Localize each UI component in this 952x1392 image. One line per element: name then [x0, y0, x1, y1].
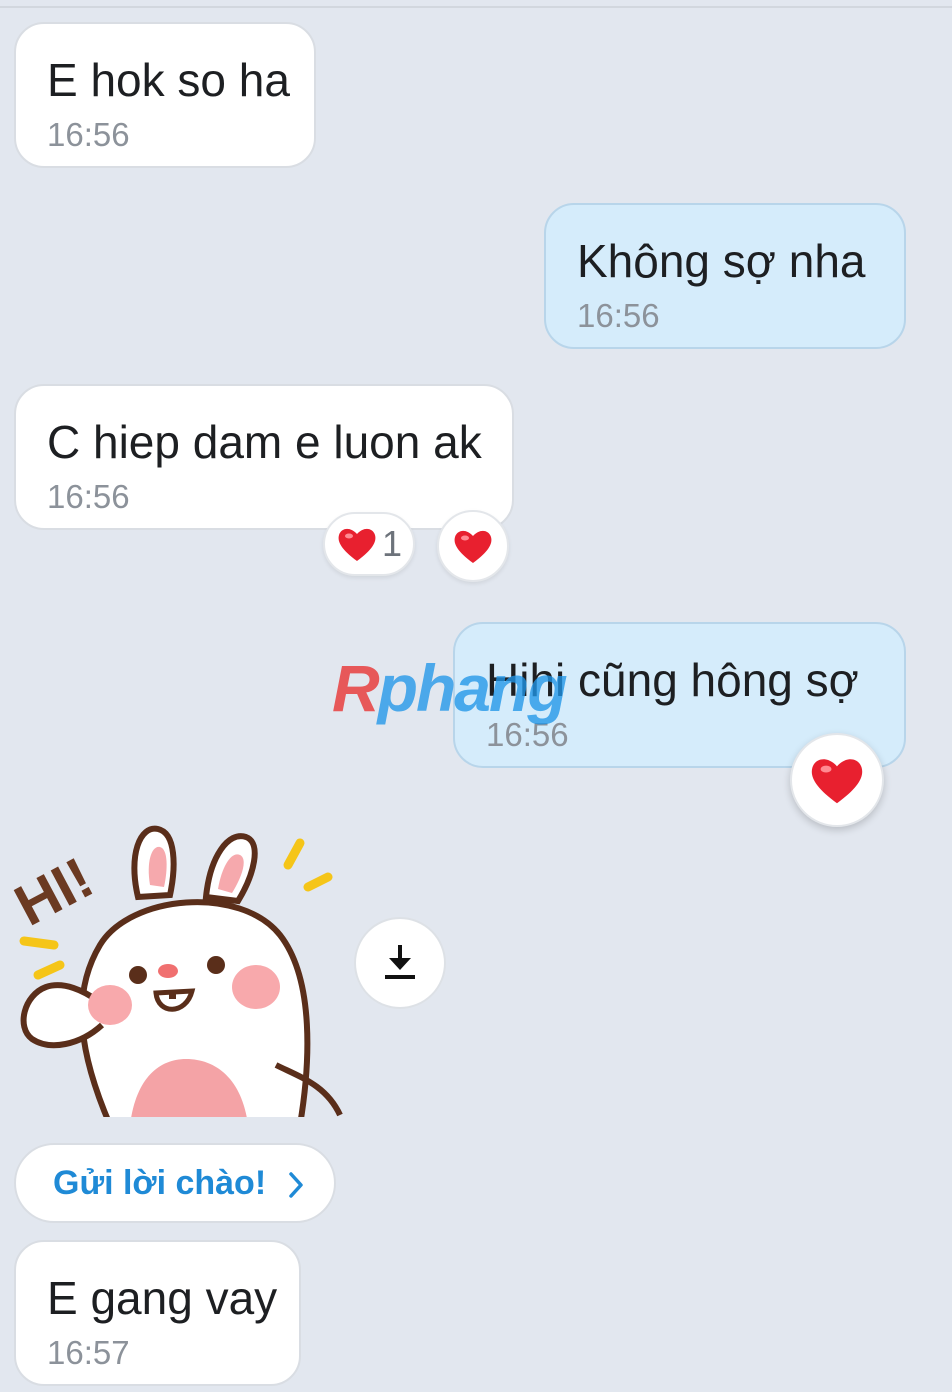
react-button[interactable] — [790, 733, 884, 827]
svg-text:HI!: HI! — [10, 845, 103, 939]
send-greeting-button[interactable]: Gửi lời chào! — [14, 1143, 336, 1223]
message-text: E gang vay — [47, 1272, 278, 1324]
message-bubble-incoming[interactable]: C hiep dam e luon ak 16:56 — [14, 384, 514, 530]
react-button[interactable] — [437, 510, 509, 582]
message-text: C hiep dam e luon ak — [47, 416, 482, 468]
heart-icon — [452, 527, 494, 565]
reaction-count: 1 — [381, 523, 403, 564]
heart-icon — [336, 525, 378, 563]
reaction-summary[interactable]: 1 — [323, 512, 415, 576]
bunny-sticker[interactable]: HI! — [5, 815, 350, 1128]
message-time: 16:57 — [47, 1333, 130, 1371]
download-button[interactable] — [354, 917, 446, 1009]
chat-view: E hok so ha 16:56 Không sợ nha 16:56 C h… — [0, 0, 952, 1392]
message-time: 16:56 — [47, 115, 130, 153]
heart-icon — [808, 754, 866, 806]
top-divider — [0, 0, 952, 8]
message-bubble-incoming[interactable]: E gang vay 16:57 — [14, 1240, 301, 1386]
message-bubble-outgoing[interactable]: Không sợ nha 16:56 — [544, 203, 906, 349]
message-time: 16:56 — [577, 296, 660, 334]
watermark-logo: Rphang — [332, 651, 568, 725]
message-time: 16:56 — [47, 477, 130, 515]
message-bubble-incoming[interactable]: E hok so ha 16:56 — [14, 22, 316, 168]
download-icon — [382, 941, 418, 986]
send-greeting-label: Gửi lời chào! — [53, 1163, 267, 1202]
message-text: Không sợ nha — [577, 235, 866, 287]
chevron-right-icon — [288, 1171, 304, 1204]
message-text: E hok so ha — [47, 54, 290, 106]
